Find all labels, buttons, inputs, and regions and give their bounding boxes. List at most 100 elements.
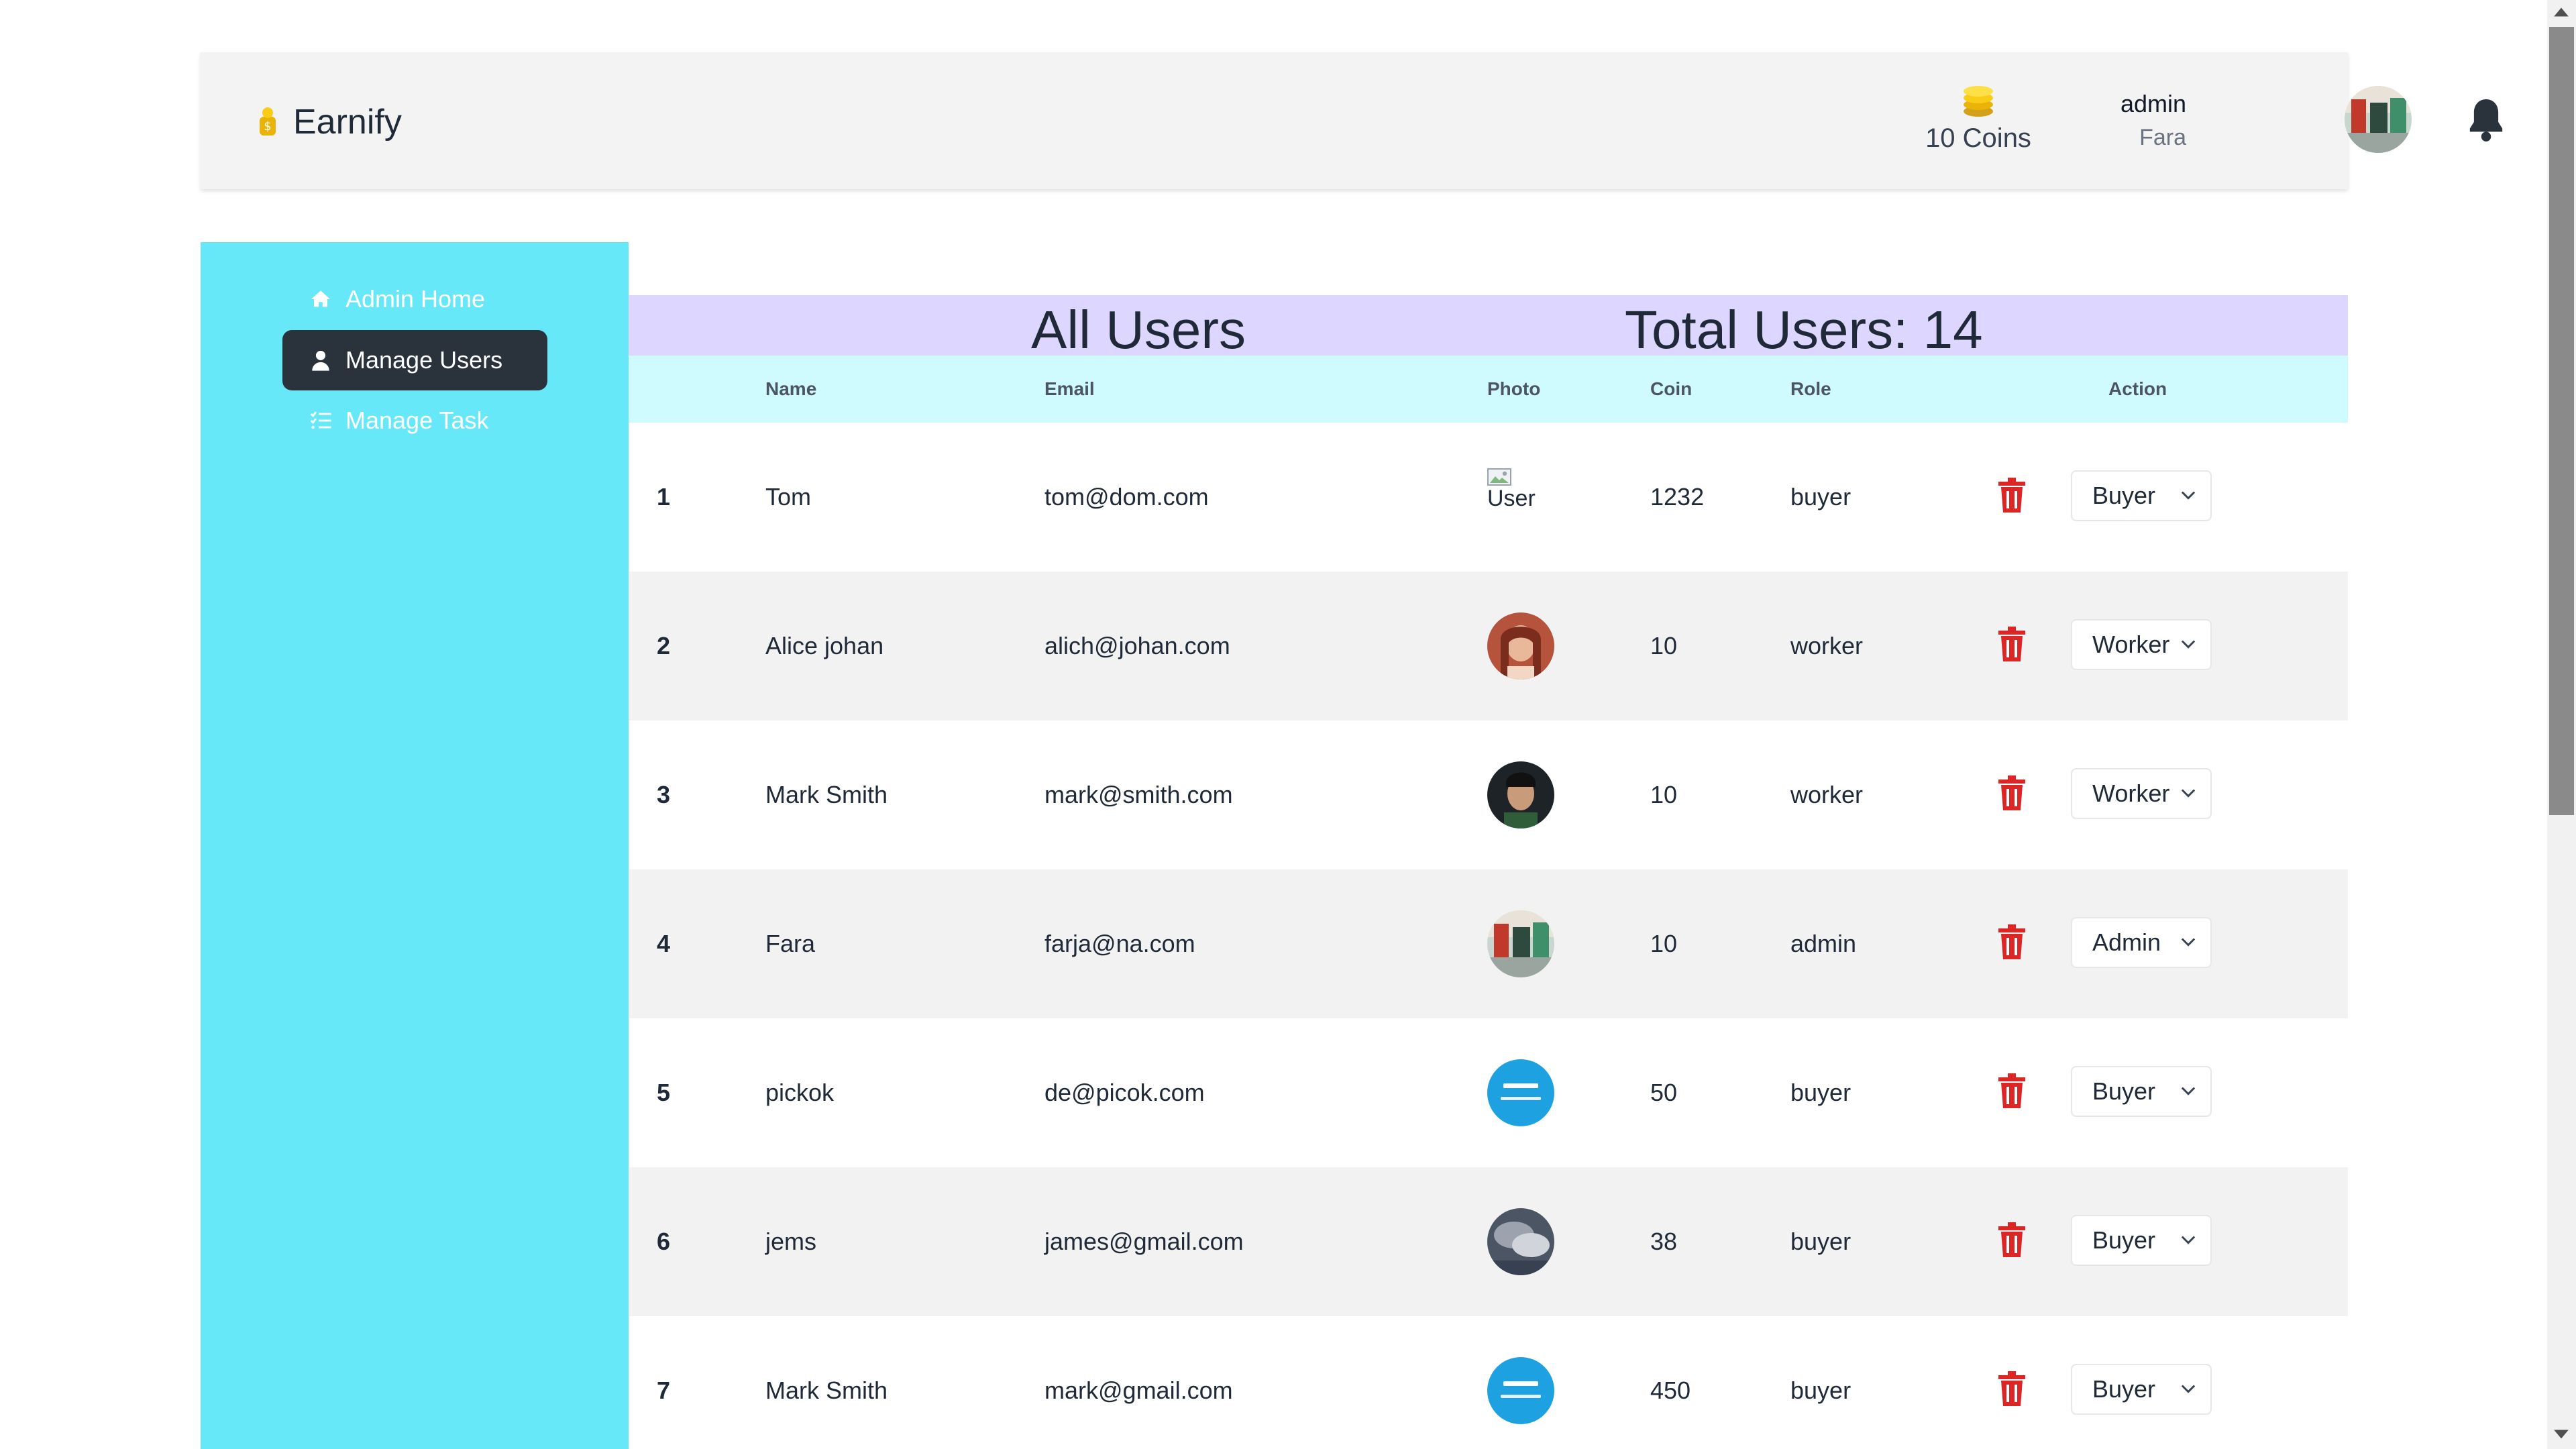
total-users: Total Users: 14 xyxy=(1625,300,1983,360)
avatar[interactable] xyxy=(2345,86,2412,153)
coin-cell: 10 xyxy=(1650,781,1678,808)
user-email-cell: tom@dom.com xyxy=(1044,483,1209,511)
coin-cell: 10 xyxy=(1650,632,1678,659)
user-email-cell: alich@johan.com xyxy=(1044,632,1230,659)
user-name-cell: Tom xyxy=(765,483,812,511)
trash-icon[interactable] xyxy=(1997,775,2027,810)
chevron-down-icon xyxy=(2181,491,2196,500)
trash-icon[interactable] xyxy=(1997,627,2027,661)
user-name-cell: Alice johan xyxy=(765,632,884,659)
user-email-cell: james@gmail.com xyxy=(1044,1228,1244,1255)
brand-logo[interactable]: $ Earnify xyxy=(254,102,402,142)
coins-icon xyxy=(1964,86,1993,117)
trash-icon[interactable] xyxy=(1997,924,2027,959)
trash-icon[interactable] xyxy=(1997,1073,2027,1108)
row-number: 2 xyxy=(657,632,671,659)
user-photo xyxy=(1487,761,1554,828)
photo-alt-text: User xyxy=(1487,486,1536,511)
user-info: admin Fara xyxy=(2025,90,2186,151)
table-row: 3 Mark Smith mark@smith.com 10 worker Wo… xyxy=(629,720,2348,869)
chevron-down-icon xyxy=(2181,938,2196,947)
table-row: 7 Mark Smith mark@gmail.com 450 buyer Bu… xyxy=(629,1316,2348,1449)
top-navbar: $ Earnify 10 Coins admin Fara xyxy=(201,52,2503,189)
brand-name: Earnify xyxy=(293,103,402,142)
user-photo xyxy=(1487,1208,1554,1275)
list-check-icon xyxy=(310,411,331,429)
trash-icon[interactable] xyxy=(1997,478,2027,513)
row-number: 5 xyxy=(657,1079,671,1106)
role-cell: buyer xyxy=(1790,1079,1851,1106)
role-cell: buyer xyxy=(1790,1228,1851,1255)
user-photo xyxy=(1487,1357,1554,1424)
user-email-cell: farja@na.com xyxy=(1044,930,1195,957)
role-select[interactable]: Buyer xyxy=(2071,1215,2212,1266)
coin-cell: 10 xyxy=(1650,930,1678,957)
user-email-cell: de@picok.com xyxy=(1044,1079,1205,1106)
chevron-down-icon xyxy=(2181,1385,2196,1393)
column-header-email: Email xyxy=(1044,378,1095,399)
role-select[interactable]: Buyer xyxy=(2071,1364,2212,1415)
sidebar-item-label: Manage Task xyxy=(345,407,489,434)
scroll-down-arrow-icon[interactable] xyxy=(2553,1428,2570,1441)
row-number: 4 xyxy=(657,930,671,957)
sidebar-item-manage-users[interactable]: Manage Users xyxy=(282,330,547,390)
trash-icon[interactable] xyxy=(1997,1222,2027,1257)
home-icon xyxy=(311,290,331,307)
chevron-down-icon xyxy=(2181,789,2196,798)
user-name-cell: Fara xyxy=(765,930,816,957)
user-photo xyxy=(1487,1059,1554,1126)
coin-cell: 1232 xyxy=(1650,483,1705,511)
sidebar-item-admin-home[interactable]: Admin Home xyxy=(282,269,547,329)
coins-label: 10 Coins xyxy=(1925,123,2031,153)
sidebar: Admin Home Manage Users Manage Task xyxy=(201,242,629,1449)
column-header-action: Action xyxy=(2108,378,2167,399)
sidebar-item-manage-task[interactable]: Manage Task xyxy=(282,390,547,451)
role-select[interactable]: Buyer xyxy=(2071,470,2212,521)
chevron-down-icon xyxy=(2181,1087,2196,1095)
users-panel: All Users Total Users: 14 Name Email Pho… xyxy=(629,295,2348,1449)
bell-icon[interactable] xyxy=(2467,95,2506,142)
role-select-value: Buyer xyxy=(2092,1375,2156,1403)
role-select[interactable]: Worker xyxy=(2071,619,2212,670)
table-row: 2 Alice johan alich@johan.com 10 worker … xyxy=(629,572,2348,720)
user-name: Fara xyxy=(2139,125,2186,150)
role-select[interactable]: Admin xyxy=(2071,917,2212,968)
sidebar-item-label: Manage Users xyxy=(345,346,503,374)
brand-icon: $ xyxy=(260,107,276,136)
broken-photo: User xyxy=(1487,468,1536,512)
row-number: 3 xyxy=(657,781,671,808)
column-header-photo: Photo xyxy=(1487,378,1541,399)
user-name-cell: Mark Smith xyxy=(765,781,888,808)
role-select-value: Worker xyxy=(2092,780,2170,807)
column-header-role: Role xyxy=(1790,378,1831,399)
table-row: 5 pickok de@picok.com 50 buyer Buyer xyxy=(629,1018,2348,1167)
coin-cell: 450 xyxy=(1650,1377,1691,1404)
role-select[interactable]: Buyer xyxy=(2071,1066,2212,1117)
user-photo xyxy=(1487,612,1554,680)
coin-cell: 38 xyxy=(1650,1228,1678,1255)
svg-text:$: $ xyxy=(264,119,271,133)
role-select-value: Worker xyxy=(2092,631,2170,658)
user-icon xyxy=(312,350,329,371)
user-name-cell: pickok xyxy=(765,1079,835,1106)
row-number: 6 xyxy=(657,1228,671,1255)
role-select[interactable]: Worker xyxy=(2071,768,2212,819)
chevron-down-icon xyxy=(2181,640,2196,649)
user-photo xyxy=(1487,910,1554,977)
role-select-value: Buyer xyxy=(2092,482,2156,509)
scrollbar-thumb[interactable] xyxy=(2549,27,2574,815)
table-row: 6 jems james@gmail.com 38 buyer Buyer xyxy=(629,1167,2348,1316)
column-header-coin: Coin xyxy=(1650,378,1693,399)
role-cell: buyer xyxy=(1790,483,1851,511)
scroll-up-arrow-icon[interactable] xyxy=(2553,5,2570,19)
role-cell: worker xyxy=(1790,632,1864,659)
user-name-cell: Mark Smith xyxy=(765,1377,888,1404)
role-select-value: Buyer xyxy=(2092,1226,2156,1254)
row-number: 1 xyxy=(657,483,671,511)
user-email-cell: mark@gmail.com xyxy=(1044,1377,1233,1404)
trash-icon[interactable] xyxy=(1997,1371,2027,1406)
coin-cell: 50 xyxy=(1650,1079,1678,1106)
user-name-cell: jems xyxy=(765,1228,817,1255)
table-row: 1 Tom tom@dom.com User 1232 buyer Buyer xyxy=(629,423,2348,572)
table-row: 4 Fara farja@na.com 10 admin Admin xyxy=(629,869,2348,1018)
